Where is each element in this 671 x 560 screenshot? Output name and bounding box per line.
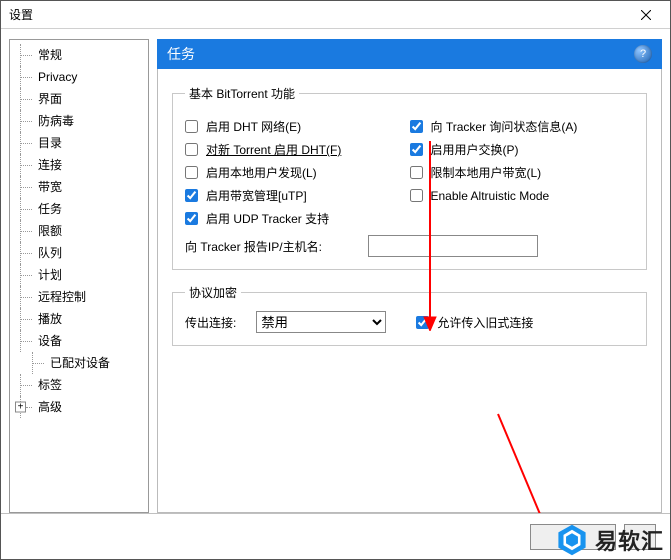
- checkbox-enable-pex-input[interactable]: [410, 143, 423, 156]
- checkbox-udp-tracker-input[interactable]: [185, 212, 198, 225]
- close-icon: [641, 10, 651, 20]
- checkbox-ask-tracker-input[interactable]: [410, 120, 423, 133]
- checkbox-altruistic-input[interactable]: [410, 189, 423, 202]
- sidebar-item-playback[interactable]: 播放: [10, 308, 148, 330]
- expander-icon[interactable]: +: [15, 402, 26, 413]
- sidebar-item-label: Privacy: [38, 70, 77, 84]
- checkbox-limit-local-bw[interactable]: 限制本地用户带宽(L): [410, 164, 542, 181]
- sidebar-item-queue[interactable]: 队列: [10, 242, 148, 264]
- panel: 任务 ? 基本 BitTorrent 功能 启用 DHT 网络(E): [157, 39, 662, 513]
- sidebar: 常规 Privacy 界面防病毒目录连接带宽任务限额队列计划远程控制播放设备已配对设…: [9, 39, 149, 513]
- sidebar-item-ui[interactable]: 界面: [10, 88, 148, 110]
- checkbox-utp-label: 启用带宽管理[uTP]: [206, 187, 307, 204]
- close-button[interactable]: [626, 2, 666, 28]
- annotation-arrow-icon: [658, 411, 662, 513]
- checkbox-altruistic[interactable]: Enable Altruistic Mode: [410, 189, 550, 203]
- outgoing-select[interactable]: 禁用: [256, 311, 386, 333]
- checkbox-allow-legacy-label: 允许传入旧式连接: [437, 314, 533, 331]
- group-protocol-encryption: 协议加密 传出连接: 禁用 允许传入旧式连接: [172, 284, 647, 346]
- checkbox-udp-tracker[interactable]: 启用 UDP Tracker 支持: [185, 210, 329, 227]
- sidebar-item-label: 界面: [38, 92, 62, 106]
- checkbox-udp-tracker-label: 启用 UDP Tracker 支持: [206, 210, 329, 227]
- sidebar-item-tasks[interactable]: 任务: [10, 198, 148, 220]
- sidebar-item-label: 防病毒: [38, 114, 74, 128]
- window-body: 常规Privacy界面防病毒目录连接带宽任务限额队列计划远程控制播放设备已配对设…: [1, 29, 670, 513]
- checkbox-enable-dht-label: 启用 DHT 网络(E): [206, 118, 301, 135]
- checkbox-utp[interactable]: 启用带宽管理[uTP]: [185, 187, 307, 204]
- checkbox-altruistic-label: Enable Altruistic Mode: [431, 189, 550, 203]
- checkbox-limit-local-bw-label: 限制本地用户带宽(L): [431, 164, 542, 181]
- checkbox-new-torrent-dht-input[interactable]: [185, 143, 198, 156]
- checkbox-ask-tracker[interactable]: 向 Tracker 询问状态信息(A): [410, 118, 578, 135]
- sidebar-item-label: 常规: [38, 48, 62, 62]
- sidebar-item-remote[interactable]: 远程控制: [10, 286, 148, 308]
- sidebar-item-label: 限额: [38, 224, 62, 238]
- report-ip-label: 向 Tracker 报告IP/主机名:: [185, 238, 322, 255]
- checkbox-utp-input[interactable]: [185, 189, 198, 202]
- sidebar-item-general[interactable]: 常规: [10, 44, 148, 66]
- sidebar-item-quota[interactable]: 限额: [10, 220, 148, 242]
- sidebar-item-label: 连接: [38, 158, 62, 172]
- window-title: 设置: [9, 6, 33, 23]
- checkbox-local-discovery-input[interactable]: [185, 166, 198, 179]
- sidebar-item-antivirus[interactable]: 防病毒: [10, 110, 148, 132]
- checkbox-enable-dht[interactable]: 启用 DHT 网络(E): [185, 118, 301, 135]
- panel-title: 任务: [167, 44, 195, 64]
- checkbox-local-discovery[interactable]: 启用本地用户发现(L): [185, 164, 317, 181]
- checkbox-limit-local-bw-input[interactable]: [410, 166, 423, 179]
- sidebar-item-paired[interactable]: 已配对设备: [10, 352, 148, 374]
- checkbox-new-torrent-dht-label: 对新 Torrent 启用 DHT(F): [206, 141, 341, 158]
- titlebar: 设置: [1, 1, 670, 29]
- report-ip-input[interactable]: [368, 235, 538, 257]
- sidebar-item-connection[interactable]: 连接: [10, 154, 148, 176]
- sidebar-item-label: 标签: [38, 378, 62, 392]
- sidebar-item-label: 远程控制: [38, 290, 86, 304]
- checkbox-enable-pex-label: 启用用户交换(P): [431, 141, 519, 158]
- sidebar-item-schedule[interactable]: 计划: [10, 264, 148, 286]
- sidebar-item-label: 目录: [38, 136, 62, 150]
- sidebar-item-label: 设备: [38, 334, 62, 348]
- sidebar-item-devices[interactable]: 设备: [10, 330, 148, 352]
- panel-header: 任务 ?: [157, 39, 662, 69]
- sidebar-item-label: 带宽: [38, 180, 62, 194]
- group-enc-legend: 协议加密: [185, 284, 241, 301]
- checkbox-enable-dht-input[interactable]: [185, 120, 198, 133]
- outgoing-label: 传出连接:: [185, 314, 236, 331]
- annotation-arrow-icon: [493, 409, 573, 513]
- ok-button-label: 确定: [561, 528, 585, 545]
- secondary-button[interactable]: [624, 524, 656, 550]
- sidebar-item-privacy[interactable]: Privacy: [10, 66, 148, 88]
- sidebar-item-label: 任务: [38, 202, 62, 216]
- group-basic-bittorrent: 基本 BitTorrent 功能 启用 DHT 网络(E) 向 Tracke: [172, 85, 647, 270]
- checkbox-allow-legacy[interactable]: 允许传入旧式连接: [416, 314, 533, 331]
- checkbox-enable-pex[interactable]: 启用用户交换(P): [410, 141, 519, 158]
- sidebar-item-label: 计划: [38, 268, 62, 282]
- sidebar-item-advanced[interactable]: + 高级: [10, 396, 148, 418]
- sidebar-item-directory[interactable]: 目录: [10, 132, 148, 154]
- ok-button[interactable]: 确定: [530, 524, 616, 550]
- sidebar-item-bandwidth[interactable]: 带宽: [10, 176, 148, 198]
- sidebar-item-label: 已配对设备: [50, 356, 110, 370]
- sidebar-item-label: 播放: [38, 312, 62, 326]
- checkbox-new-torrent-dht[interactable]: 对新 Torrent 启用 DHT(F): [185, 141, 341, 158]
- help-icon[interactable]: ?: [634, 45, 652, 63]
- sidebar-item-label: 高级: [38, 400, 62, 414]
- settings-window: 设置 常规Privacy界面防病毒目录连接带宽任务限额队列计划远程控制播放设备已…: [0, 0, 671, 560]
- checkbox-allow-legacy-input[interactable]: [416, 316, 429, 329]
- sidebar-item-labels[interactable]: 标签: [10, 374, 148, 396]
- panel-body: 基本 BitTorrent 功能 启用 DHT 网络(E) 向 Tracke: [157, 69, 662, 513]
- sidebar-item-label: 队列: [38, 246, 62, 260]
- checkbox-local-discovery-label: 启用本地用户发现(L): [206, 164, 317, 181]
- checkbox-ask-tracker-label: 向 Tracker 询问状态信息(A): [431, 118, 578, 135]
- footer: 确定: [1, 513, 670, 559]
- group-basic-legend: 基本 BitTorrent 功能: [185, 85, 299, 102]
